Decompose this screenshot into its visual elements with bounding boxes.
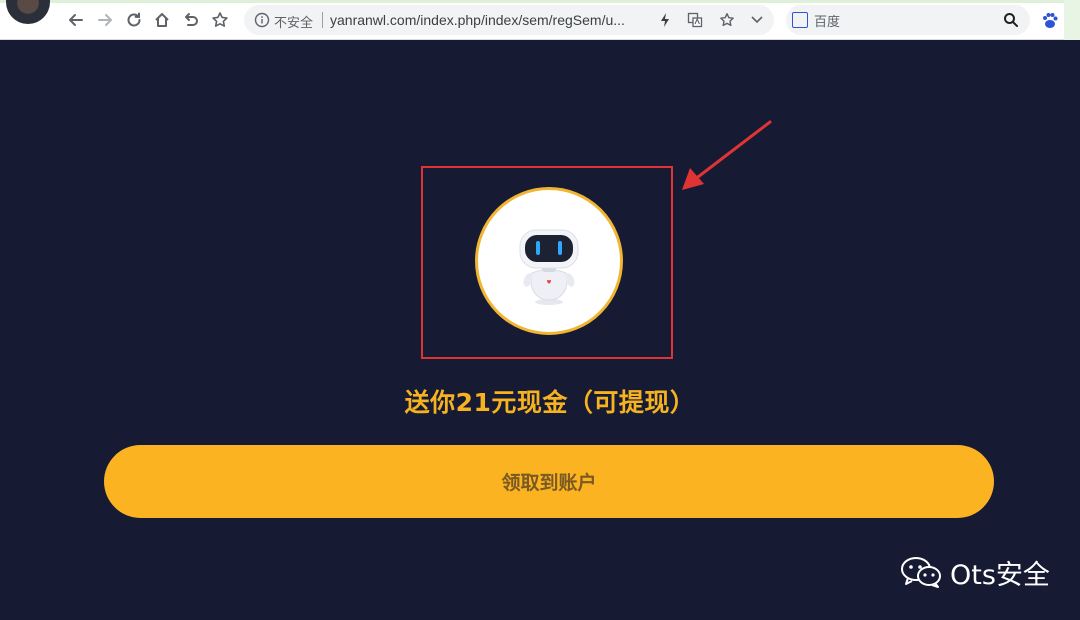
- favorites-button[interactable]: [208, 8, 232, 32]
- claim-to-account-button[interactable]: 领取到账户: [104, 445, 994, 518]
- profile-avatar[interactable]: [6, 0, 50, 24]
- url-divider: [322, 12, 323, 28]
- forward-icon: [98, 14, 112, 26]
- insecure-label: 不安全: [274, 16, 314, 31]
- annotation-arrow-icon: [682, 120, 772, 190]
- browser-menu-edge: [1064, 0, 1080, 40]
- translate-icon[interactable]: [686, 11, 704, 29]
- undo-button[interactable]: [179, 8, 203, 32]
- search-icon[interactable]: [1002, 11, 1020, 29]
- reload-button[interactable]: [122, 8, 146, 32]
- home-icon: [155, 13, 169, 27]
- bookmark-star-icon[interactable]: [718, 11, 736, 29]
- wechat-icon: [901, 557, 941, 588]
- search-placeholder: 百度: [814, 15, 841, 30]
- watermark: Ots安全: [900, 552, 1050, 592]
- baidu-paw-icon[interactable]: [1040, 10, 1060, 30]
- address-bar[interactable]: 不安全 yanranwl.com/index.php/index/sem/reg…: [244, 5, 774, 35]
- info-icon[interactable]: [254, 12, 270, 28]
- browser-toolbar: 不安全 yanranwl.com/index.php/index/sem/reg…: [0, 0, 1080, 40]
- reload-icon: [127, 12, 141, 27]
- url-text[interactable]: yanranwl.com/index.php/index/sem/regSem/…: [330, 12, 625, 28]
- chevron-down-icon[interactable]: [748, 11, 766, 29]
- search-input[interactable]: 百度: [786, 5, 1030, 35]
- star-icon: [212, 12, 228, 27]
- back-button[interactable]: [64, 8, 88, 32]
- watermark-text: Ots安全: [950, 559, 1050, 591]
- promo-headline: 送你21元现金（可提现）: [404, 388, 696, 417]
- back-icon: [69, 14, 83, 26]
- lightning-icon[interactable]: [656, 11, 674, 29]
- forward-button[interactable]: [93, 8, 117, 32]
- landing-page: 送你21元现金（可提现） 领取到账户 Ots安全: [0, 40, 1080, 620]
- undo-icon: [185, 13, 198, 26]
- robot-icon: [519, 229, 579, 305]
- tab-strip: [0, 0, 1080, 3]
- home-button[interactable]: [150, 8, 174, 32]
- robot-logo: [475, 187, 623, 335]
- baidu-logo-icon: [792, 12, 808, 28]
